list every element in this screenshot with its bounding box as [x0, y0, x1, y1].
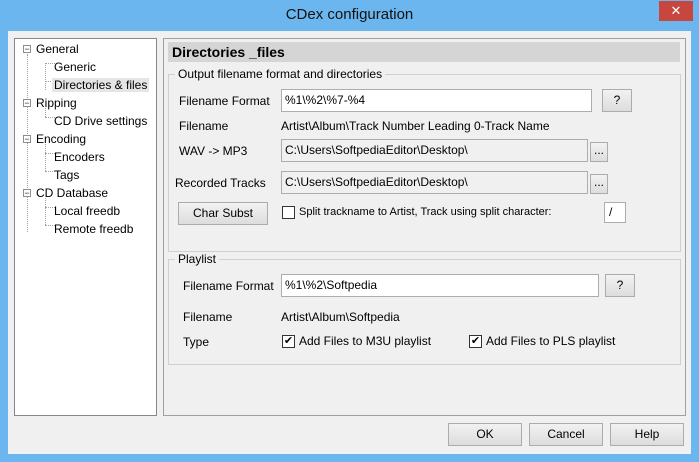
- playlist-type-label: Type: [183, 335, 210, 349]
- close-icon[interactable]: ✕: [659, 1, 693, 21]
- tree-item-encoders[interactable]: Encoders: [52, 148, 107, 166]
- settings-tree[interactable]: − General Generic Directories & files − …: [14, 38, 157, 416]
- tree-item-label: CD Database: [36, 186, 109, 200]
- output-group: Output filename format and directories F…: [168, 67, 681, 252]
- tree-item-label: Encoders: [54, 150, 105, 164]
- filename-label: Filename: [179, 119, 229, 133]
- output-group-legend: Output filename format and directories: [175, 67, 386, 81]
- tree-encoding-line: [45, 144, 46, 171]
- wav-mp3-dir-input[interactable]: C:\Users\SoftpediaEditor\Desktop\: [281, 139, 588, 162]
- tree-item-label: Remote freedb: [54, 222, 134, 236]
- tree-item-ripping[interactable]: − Ripping: [23, 94, 79, 112]
- filename-format-label: Filename Format: [179, 94, 270, 108]
- tree-item-label: Tags: [54, 168, 80, 182]
- ok-button[interactable]: OK: [448, 423, 522, 446]
- tree-item-label: Generic: [54, 60, 97, 74]
- tree-item-encoding[interactable]: − Encoding: [23, 130, 88, 148]
- tree-item-local-freedb[interactable]: Local freedb: [52, 202, 122, 220]
- help-button[interactable]: Help: [610, 423, 684, 446]
- recorded-tracks-label: Recorded Tracks: [175, 176, 266, 190]
- playlist-filename-format-input[interactable]: %1\%2\Softpedia: [281, 274, 599, 297]
- m3u-checkbox[interactable]: ✔: [282, 335, 295, 348]
- playlist-filename-preview: Artist\Album\Softpedia: [281, 310, 400, 324]
- client-area: − General Generic Directories & files − …: [8, 31, 691, 454]
- split-trackname-label: Split trackname to Artist, Track using s…: [299, 206, 552, 218]
- tree-item-label: Local freedb: [54, 204, 121, 218]
- config-window: CDex configuration ✕ − General Generic D…: [0, 0, 699, 462]
- m3u-label: Add Files to M3U playlist: [299, 334, 432, 348]
- tree-item-cd-drive-settings[interactable]: CD Drive settings: [52, 112, 149, 130]
- settings-panel: Directories _files Output filename forma…: [163, 38, 686, 416]
- tree-item-label: Encoding: [36, 132, 87, 146]
- tree-item-cd-database[interactable]: − CD Database: [23, 184, 110, 202]
- split-trackname-checkbox[interactable]: [282, 206, 295, 219]
- tree-item-remote-freedb[interactable]: Remote freedb: [52, 220, 135, 238]
- playlist-help-button[interactable]: ?: [605, 274, 635, 297]
- tree-item-general[interactable]: − General: [23, 40, 81, 58]
- pls-label: Add Files to PLS playlist: [486, 334, 616, 348]
- collapse-icon[interactable]: −: [23, 45, 31, 54]
- tree-general-line: [45, 63, 46, 90]
- tree-item-tags[interactable]: Tags: [52, 166, 81, 184]
- playlist-filename-label: Filename: [183, 310, 233, 324]
- filename-format-help-button[interactable]: ?: [602, 89, 632, 112]
- playlist-group: Playlist Filename Format %1\%2\Softpedia…: [168, 252, 681, 365]
- cancel-button[interactable]: Cancel: [529, 423, 603, 446]
- panel-title: Directories _files: [168, 42, 680, 62]
- tree-item-label: Ripping: [36, 96, 77, 110]
- split-char-input[interactable]: /: [604, 202, 626, 223]
- char-subst-button[interactable]: Char Subst: [178, 202, 268, 225]
- tree-item-label: General: [36, 42, 79, 56]
- dialog-buttons: OK Cancel Help: [8, 420, 691, 454]
- playlist-group-legend: Playlist: [175, 252, 220, 266]
- filename-format-input[interactable]: %1\%2\%7-%4: [281, 89, 592, 112]
- collapse-icon[interactable]: −: [23, 135, 31, 144]
- tree-item-label: CD Drive settings: [54, 114, 148, 128]
- pls-checkbox[interactable]: ✔: [469, 335, 482, 348]
- recorded-tracks-dir-input[interactable]: C:\Users\SoftpediaEditor\Desktop\: [281, 171, 588, 194]
- tree-item-generic[interactable]: Generic: [52, 58, 98, 76]
- wav-mp3-label: WAV -> MP3: [179, 144, 248, 158]
- tree-item-label: Directories & files: [52, 78, 150, 92]
- playlist-filename-format-label: Filename Format: [183, 279, 274, 293]
- title-bar[interactable]: CDex configuration ✕: [0, 0, 699, 31]
- recorded-tracks-browse-button[interactable]: ...: [590, 174, 608, 194]
- tree-cddb-line: [45, 198, 46, 225]
- tree-item-directories-files[interactable]: Directories & files: [52, 76, 150, 94]
- collapse-icon[interactable]: −: [23, 189, 31, 198]
- collapse-icon[interactable]: −: [23, 99, 31, 108]
- wav-mp3-browse-button[interactable]: ...: [590, 142, 608, 162]
- window-title: CDex configuration: [285, 6, 414, 23]
- filename-preview: Artist\Album\Track Number Leading 0-Trac…: [281, 119, 550, 133]
